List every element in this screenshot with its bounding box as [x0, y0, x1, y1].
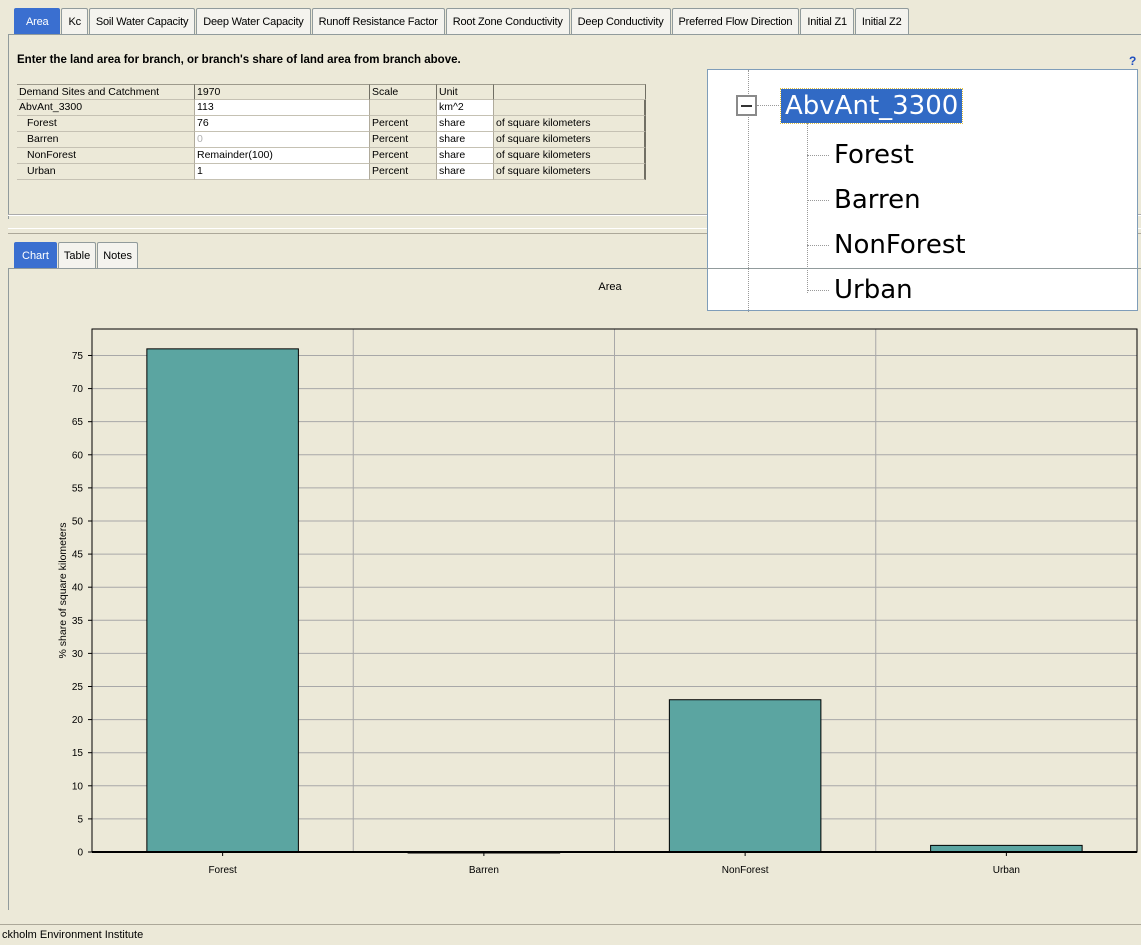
row-unit-description: of square kilometers: [494, 132, 646, 148]
row-name: Urban: [17, 164, 195, 180]
row-unit[interactable]: share: [437, 132, 494, 148]
row-unit[interactable]: share: [437, 148, 494, 164]
view-tabs: Chart Table Notes: [14, 242, 139, 268]
row-scale[interactable]: Percent: [370, 164, 437, 180]
tab-area[interactable]: Area: [14, 8, 61, 34]
row-unit[interactable]: share: [437, 116, 494, 132]
tree-node-root[interactable]: AbvAnt_3300: [779, 88, 964, 124]
tree-node-barren[interactable]: Barren: [834, 183, 921, 217]
y-tick-label: 45: [72, 550, 84, 561]
tab-deep-water-capacity[interactable]: Deep Water Capacity: [196, 8, 311, 34]
table-row[interactable]: AbvAnt_3300 113 km^2: [17, 100, 646, 116]
y-tick-label: 55: [72, 483, 84, 494]
table-row[interactable]: Forest 76 Percent share of square kilometers: [17, 116, 646, 132]
tab-notes[interactable]: Notes: [97, 242, 138, 268]
y-tick-label: 5: [77, 814, 83, 825]
instruction-text: Enter the land area for branch, or branc…: [17, 54, 461, 66]
y-tick-label: 20: [72, 715, 84, 726]
table-row[interactable]: NonForest Remainder(100) Percent share of sq…: [17, 148, 646, 164]
table-row[interactable]: Barren 0 Percent share of square kilometers: [17, 132, 646, 148]
y-tick-label: 40: [72, 583, 84, 594]
area-bar-chart: 0 5 10 15 20 25 30 35 40 45 50 55 60 65 70 75 Forest Barr…: [57, 328, 1138, 876]
tab-soil-water-capacity[interactable]: Soil Water Capacity: [88, 8, 196, 34]
y-tick-label: 60: [72, 450, 84, 461]
y-tick-label: 70: [72, 384, 84, 395]
tab-kc[interactable]: Kc: [61, 8, 88, 34]
y-tick-label: 65: [72, 417, 84, 428]
y-tick-label: 0: [77, 848, 83, 859]
tree-node-forest[interactable]: Forest: [834, 138, 914, 172]
x-tick-label: Urban: [993, 865, 1020, 876]
column-header-description: [494, 84, 646, 100]
variable-tabs: Area Kc Soil Water Capacity Deep Water Capa…: [14, 8, 910, 34]
x-tick-label: Forest: [208, 865, 237, 876]
row-unit[interactable]: km^2: [437, 100, 494, 116]
y-tick-label: 75: [72, 351, 84, 362]
tab-initial-z1[interactable]: Initial Z1: [800, 8, 854, 34]
tab-root-zone-conductivity[interactable]: Root Zone Conductivity: [445, 8, 570, 34]
grid-header-row: Demand Sites and Catchment 1970 Scale Un…: [17, 84, 646, 100]
row-scale[interactable]: [370, 100, 437, 116]
y-tick-label: 10: [72, 781, 84, 792]
tab-chart[interactable]: Chart: [14, 242, 57, 268]
tree-connector: [807, 245, 829, 246]
y-tick-label: 35: [72, 616, 84, 627]
table-row[interactable]: Urban 1 Percent share of square kilometers: [17, 164, 646, 180]
row-value-input[interactable]: 0: [195, 132, 370, 148]
tree-connector: [807, 200, 829, 201]
y-tick-label: 15: [72, 748, 84, 759]
tab-runoff-resistance-factor[interactable]: Runoff Resistance Factor: [311, 8, 445, 34]
row-value-input[interactable]: Remainder(100): [195, 148, 370, 164]
tree-connector: [807, 155, 829, 156]
help-icon[interactable]: ?: [1129, 54, 1136, 68]
row-name: Forest: [17, 116, 195, 132]
column-header-unit[interactable]: Unit: [437, 84, 494, 100]
row-value-input[interactable]: 1: [195, 164, 370, 180]
tab-table[interactable]: Table: [57, 242, 97, 268]
bar-nonforest: [668, 699, 822, 853]
row-unit-description: of square kilometers: [494, 148, 646, 164]
x-tick-label: Barren: [469, 865, 499, 876]
row-name: AbvAnt_3300: [17, 100, 195, 116]
column-header-scale[interactable]: Scale: [370, 84, 437, 100]
y-tick-label: 25: [72, 682, 84, 693]
column-header-year[interactable]: 1970: [195, 84, 370, 100]
row-scale[interactable]: Percent: [370, 116, 437, 132]
y-axis-label: % share of square kilometers: [57, 523, 69, 659]
tree-connector: [757, 105, 781, 106]
tab-initial-z2[interactable]: Initial Z2: [854, 8, 909, 34]
row-unit-description: [494, 100, 646, 116]
row-scale[interactable]: Percent: [370, 132, 437, 148]
row-name: Barren: [17, 132, 195, 148]
column-header-branch[interactable]: Demand Sites and Catchment: [17, 84, 195, 100]
bar-forest: [146, 348, 299, 853]
row-value-input[interactable]: 113: [195, 100, 370, 116]
tree-node-nonforest[interactable]: NonForest: [834, 228, 966, 262]
x-tick-label: NonForest: [722, 865, 769, 876]
tab-deep-conductivity[interactable]: Deep Conductivity: [570, 8, 671, 34]
y-tick-label: 50: [72, 516, 84, 527]
collapse-icon[interactable]: [736, 95, 757, 116]
row-scale[interactable]: Percent: [370, 148, 437, 164]
row-unit-description: of square kilometers: [494, 164, 646, 180]
tab-preferred-flow-direction[interactable]: Preferred Flow Direction: [671, 8, 800, 34]
row-unit[interactable]: share: [437, 164, 494, 180]
y-tick-label: 30: [72, 649, 84, 660]
row-value-input[interactable]: 76: [195, 116, 370, 132]
row-name: NonForest: [17, 148, 195, 164]
status-bar: ckholm Environment Institute: [0, 924, 1141, 945]
row-unit-description: of square kilometers: [494, 116, 646, 132]
